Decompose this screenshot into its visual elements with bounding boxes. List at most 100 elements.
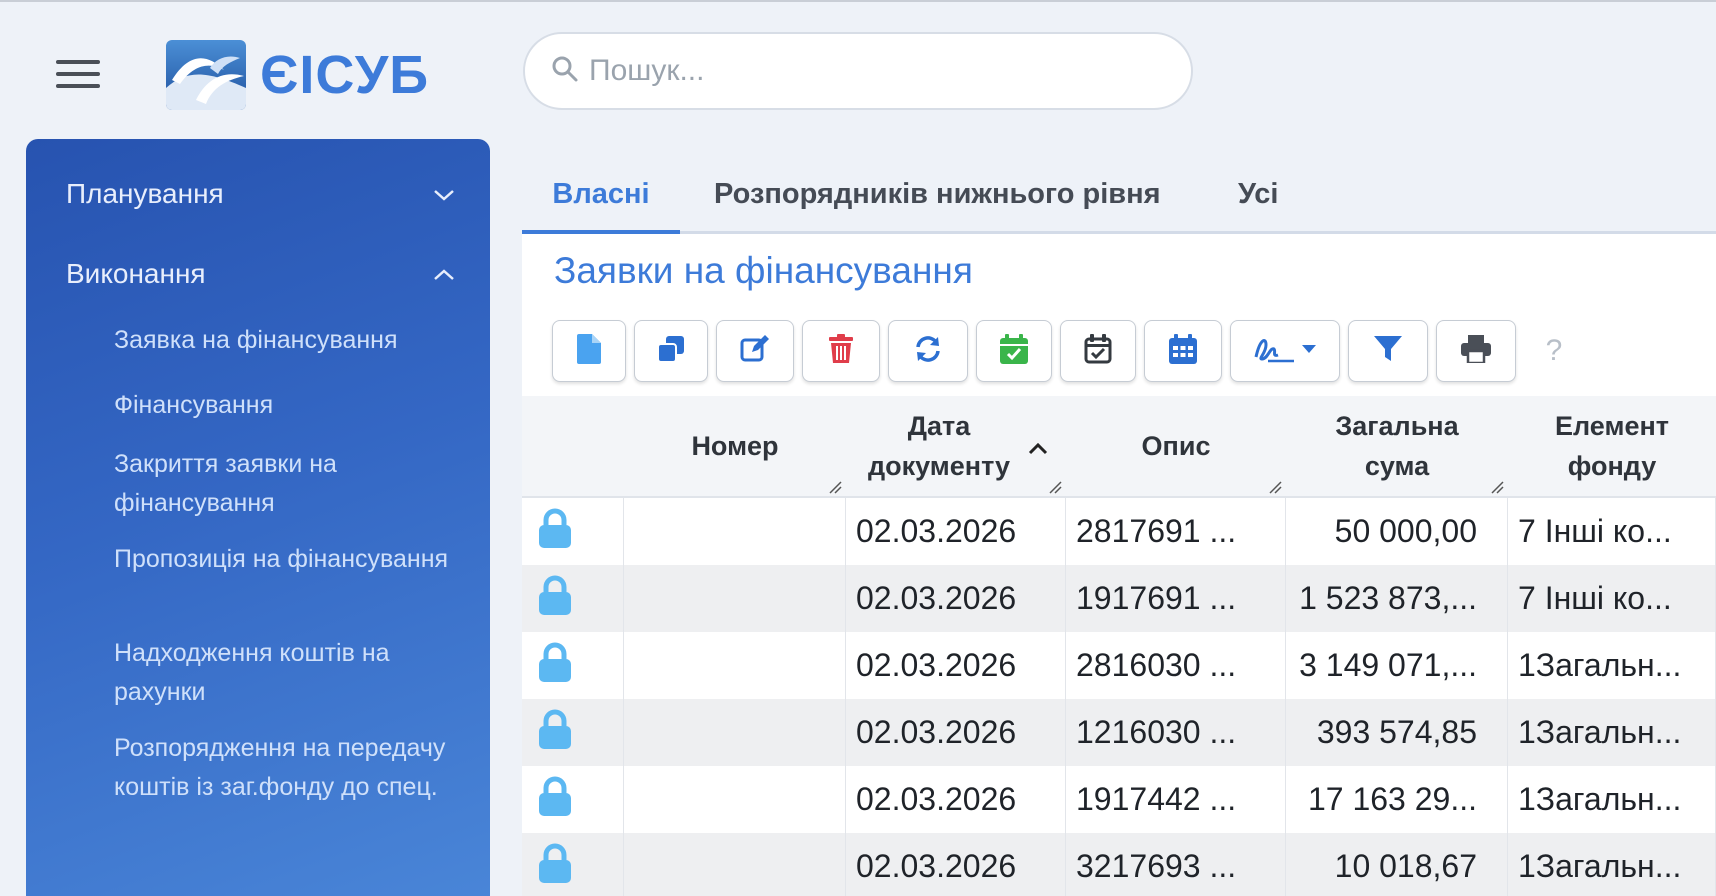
- menu-icon[interactable]: [56, 60, 100, 92]
- lock-cell: [522, 699, 624, 766]
- table-row[interactable]: 02.03.2026 2816030 ... 3 149 071,... 1Загал…: [522, 632, 1716, 699]
- sidebar-item-funding-proposal[interactable]: Пропозиція на фінансування: [114, 540, 454, 579]
- table-row[interactable]: 02.03.2026 3217693 ... 10 018,67 1Загальн..…: [522, 833, 1716, 896]
- search-box[interactable]: [523, 32, 1193, 110]
- sidebar: Планування Виконання Заявка на фінансува…: [26, 139, 490, 896]
- top-border: [0, 0, 1716, 2]
- cell-fund: 1Загальн...: [1508, 632, 1716, 699]
- app-logo[interactable]: ЄІСУБ: [166, 40, 429, 110]
- resize-handle-icon[interactable]: [828, 480, 842, 494]
- cell-description: 2816030 ...: [1066, 632, 1286, 699]
- header-label: Загальна сума: [1335, 411, 1459, 481]
- copy-button[interactable]: [634, 320, 708, 382]
- cell-number: [624, 699, 846, 766]
- sidebar-item-funds-transfer-order[interactable]: Розпорядження на передачу коштів із заг.…: [114, 729, 454, 807]
- cell-amount: 50 000,00: [1286, 498, 1508, 565]
- signature-icon: [1254, 335, 1296, 368]
- header-lock-column: [522, 396, 624, 496]
- cell-date: 02.03.2026: [846, 699, 1066, 766]
- sidebar-section-label: Виконання: [66, 258, 206, 289]
- sidebar-section-label: Планування: [66, 178, 224, 209]
- lock-cell: [522, 498, 624, 565]
- logo-emblem-icon: [166, 40, 246, 110]
- signature-dropdown-button[interactable]: [1230, 320, 1340, 382]
- cell-description: 1917691 ...: [1066, 565, 1286, 632]
- header-number[interactable]: Номер: [624, 396, 846, 496]
- cell-amount: 10 018,67: [1286, 833, 1508, 896]
- cell-number: [624, 632, 846, 699]
- lock-icon: [538, 508, 572, 556]
- cell-fund: 7 Інші ко...: [1508, 498, 1716, 565]
- lock-icon: [538, 709, 572, 757]
- sidebar-item-funds-receipt[interactable]: Надходження коштів на рахунки: [114, 634, 454, 712]
- header-description[interactable]: Опис: [1066, 396, 1286, 496]
- calendar-check-outline-icon: [1084, 333, 1112, 369]
- table-row[interactable]: 02.03.2026 1917691 ... 1 523 873,... 7 Інші…: [522, 565, 1716, 632]
- resize-handle-icon[interactable]: [1048, 480, 1062, 494]
- header-label: Дата документу: [867, 411, 1010, 481]
- cell-description: 1216030 ...: [1066, 699, 1286, 766]
- cell-description: 3217693 ...: [1066, 833, 1286, 896]
- tab-bar: Власні Розпорядників нижнього рівня Усі: [522, 172, 1716, 234]
- search-input[interactable]: [589, 54, 1149, 88]
- refresh-icon: [914, 335, 942, 368]
- lock-icon: [538, 642, 572, 690]
- calendar-check-icon: [1000, 333, 1028, 369]
- edit-icon: [740, 334, 770, 369]
- help-icon: ?: [1545, 334, 1563, 367]
- new-document-button[interactable]: [552, 320, 626, 382]
- calendar-check-button[interactable]: [1060, 320, 1136, 382]
- tab-subordinate-managers[interactable]: Розпорядників нижнього рівня: [714, 172, 1161, 234]
- cell-amount: 1 523 873,...: [1286, 565, 1508, 632]
- calendar-grid-icon: [1169, 333, 1197, 369]
- new-document-icon: [577, 333, 601, 369]
- header-document-date[interactable]: Дата документу: [846, 396, 1066, 496]
- cell-number: [624, 565, 846, 632]
- sidebar-item-funding[interactable]: Фінансування: [114, 386, 454, 425]
- lock-cell: [522, 565, 624, 632]
- logo-text: ЄІСУБ: [260, 45, 430, 105]
- table-header: Номер Дата документу Опис Загальна сума …: [522, 396, 1716, 498]
- table-row[interactable]: 02.03.2026 2817691 ... 50 000,00 7 Інші ко.…: [522, 498, 1716, 565]
- tab-own[interactable]: Власні: [522, 172, 680, 234]
- cell-date: 02.03.2026: [846, 833, 1066, 896]
- lock-icon: [538, 575, 572, 623]
- sidebar-section-execution[interactable]: Виконання: [66, 249, 456, 299]
- table-row[interactable]: 02.03.2026 1917442 ... 17 163 29... 1Загаль…: [522, 766, 1716, 833]
- lock-icon: [538, 776, 572, 824]
- cell-fund: 1Загальн...: [1508, 833, 1716, 896]
- chevron-down-icon: [432, 178, 456, 210]
- caret-down-icon: [1302, 342, 1316, 360]
- cell-date: 02.03.2026: [846, 632, 1066, 699]
- cell-fund: 1Загальн...: [1508, 766, 1716, 833]
- cell-date: 02.03.2026: [846, 565, 1066, 632]
- filter-icon: [1373, 335, 1403, 368]
- cell-date: 02.03.2026: [846, 766, 1066, 833]
- trash-icon: [829, 333, 853, 369]
- calendar-button[interactable]: [1144, 320, 1222, 382]
- cell-amount: 3 149 071,...: [1286, 632, 1508, 699]
- help-button[interactable]: ?: [1524, 320, 1584, 382]
- header-total-amount[interactable]: Загальна сума: [1286, 396, 1508, 496]
- tab-all[interactable]: Усі: [1238, 172, 1278, 234]
- edit-button[interactable]: [716, 320, 794, 382]
- delete-button[interactable]: [802, 320, 880, 382]
- sidebar-item-close-funding-request[interactable]: Закриття заявки на фінансування: [114, 445, 454, 523]
- sidebar-section-planning[interactable]: Планування: [66, 169, 456, 219]
- approve-date-button[interactable]: [976, 320, 1052, 382]
- copy-icon: [657, 335, 685, 368]
- cell-description: 2817691 ...: [1066, 498, 1286, 565]
- sidebar-item-funding-request[interactable]: Заявка на фінансування: [114, 321, 454, 360]
- header-label: Елемент фонду: [1555, 411, 1669, 481]
- cell-amount: 17 163 29...: [1286, 766, 1508, 833]
- refresh-button[interactable]: [888, 320, 968, 382]
- resize-handle-icon[interactable]: [1490, 480, 1504, 494]
- print-button[interactable]: [1436, 320, 1516, 382]
- sort-ascending-icon: [1028, 426, 1048, 466]
- resize-handle-icon[interactable]: [1268, 480, 1282, 494]
- chevron-up-icon: [432, 258, 456, 290]
- header-label: Опис: [1141, 431, 1211, 461]
- table-row[interactable]: 02.03.2026 1216030 ... 393 574,85 1Загальн.…: [522, 699, 1716, 766]
- header-fund-element[interactable]: Елемент фонду: [1508, 396, 1716, 496]
- filter-button[interactable]: [1348, 320, 1428, 382]
